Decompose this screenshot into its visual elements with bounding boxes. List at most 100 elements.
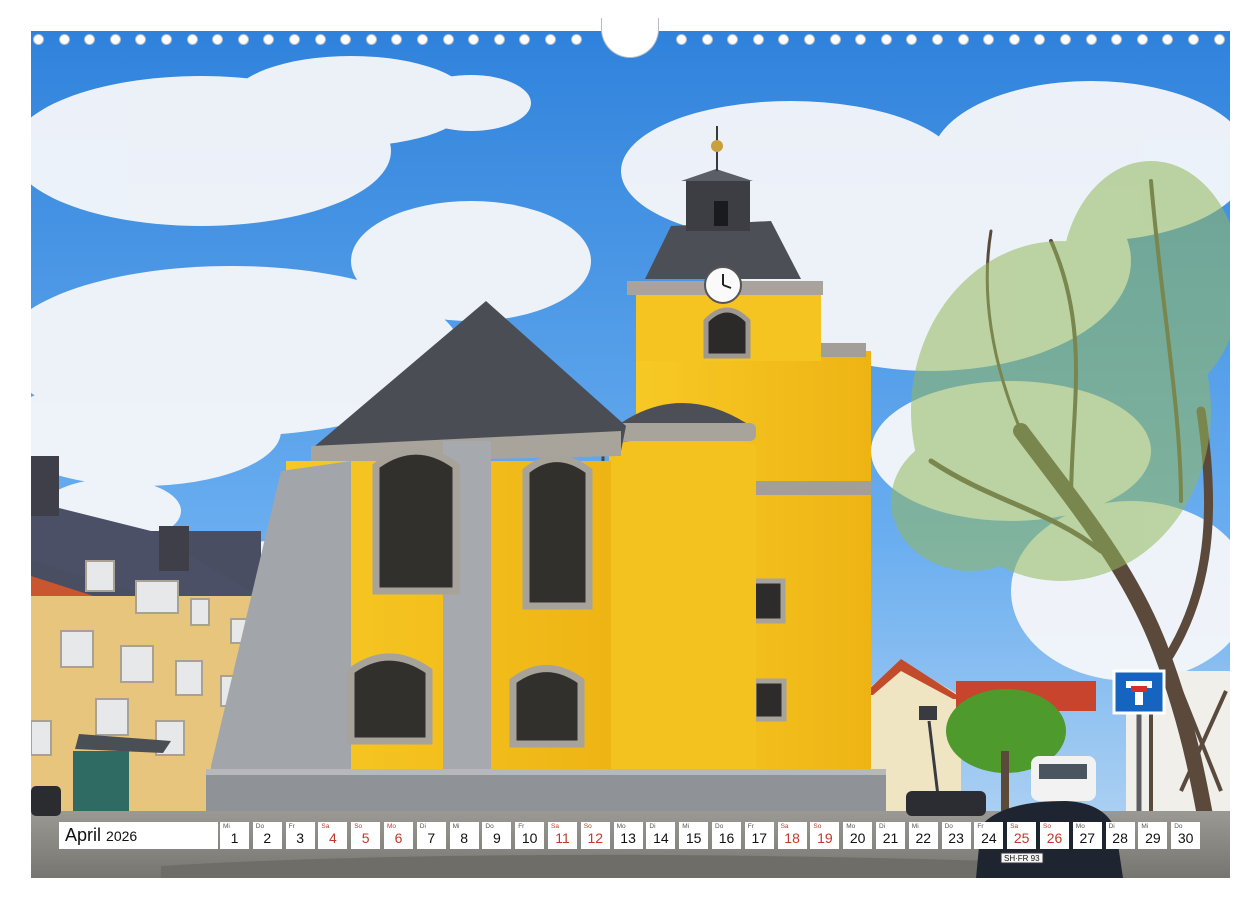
binding-hole — [804, 34, 815, 45]
day-cell: So 12 — [580, 822, 610, 849]
day-cell: Mo 13 — [613, 822, 643, 849]
binding-hole — [1034, 34, 1046, 45]
day-number: 10 — [521, 830, 538, 846]
binding-hole — [906, 34, 918, 45]
binding-hole — [855, 34, 867, 45]
binding-hole — [1188, 34, 1199, 45]
weekday-label: Fr — [977, 823, 984, 830]
binding-hole — [109, 34, 121, 45]
day-number: 6 — [394, 830, 403, 846]
weekday-label: Mo — [616, 823, 626, 830]
binding-hole — [417, 34, 428, 45]
weekday-label: Mo — [387, 823, 397, 830]
day-number: 11 — [555, 830, 570, 846]
weekday-label: Di — [649, 823, 656, 830]
day-cell: Do 23 — [941, 822, 971, 849]
day-cell: Mi 22 — [908, 822, 938, 849]
day-cell: Di 7 — [416, 822, 446, 849]
day-number: 4 — [328, 830, 337, 846]
binding-hole — [701, 34, 713, 45]
day-cell: Mi 1 — [220, 822, 249, 849]
day-number: 21 — [882, 830, 899, 846]
binding-hole — [468, 34, 480, 45]
binding-hole — [983, 34, 995, 45]
day-cell: Mi 15 — [679, 822, 709, 849]
weekday-label: Sa — [321, 823, 330, 830]
day-number: 14 — [653, 830, 669, 846]
day-number: 1 — [230, 830, 239, 846]
day-cell: So 19 — [810, 822, 840, 849]
weekday-label: Fr — [518, 823, 525, 830]
binding-hole — [135, 34, 147, 45]
calendar-photo: SH·FR 93 — [31, 31, 1230, 878]
weekday-label: Fr — [288, 823, 295, 830]
day-number: 13 — [620, 830, 636, 846]
day-number: 15 — [685, 830, 702, 846]
binding-hole — [1111, 34, 1123, 45]
day-number: 23 — [948, 830, 964, 846]
weekday-label: Sa — [780, 823, 789, 830]
day-number: 25 — [1013, 830, 1030, 846]
weekday-label: Mi — [682, 823, 690, 830]
binding-hole — [752, 34, 764, 45]
license-plate-text: SH·FR 93 — [1004, 854, 1040, 863]
day-cell: Mo 6 — [384, 822, 413, 849]
day-cell: Sa 18 — [777, 822, 807, 849]
weekday-label: Do — [715, 823, 724, 830]
binding-hole — [237, 34, 249, 45]
day-number: 16 — [718, 830, 735, 846]
weekday-label: So — [813, 823, 822, 830]
day-cell: Fr 17 — [744, 822, 774, 849]
day-number: 30 — [1177, 830, 1194, 846]
weekday-label: Fr — [747, 823, 754, 830]
weekday-label: So — [1043, 823, 1051, 830]
binding-hole — [727, 34, 739, 45]
binding-hole — [1162, 34, 1174, 45]
day-cell: Do 16 — [712, 822, 741, 849]
binding-hole — [676, 34, 687, 45]
day-number: 22 — [915, 830, 932, 846]
day-number: 27 — [1079, 830, 1096, 846]
day-number: 20 — [849, 830, 866, 846]
day-cell: Sa 25 — [1007, 822, 1037, 849]
binding-hole — [1136, 34, 1148, 45]
day-number: 9 — [492, 830, 501, 846]
day-number: 5 — [361, 830, 370, 846]
binding-hole — [33, 34, 44, 45]
binding-hole — [84, 34, 96, 45]
binding-hole — [263, 34, 275, 45]
weekday-label: Do — [944, 823, 953, 830]
day-cell: Mo 27 — [1072, 822, 1102, 849]
day-cell: Sa 11 — [548, 822, 577, 849]
day-number: 7 — [427, 830, 436, 846]
binding-hole — [932, 34, 943, 45]
weekday-label: Do — [485, 823, 494, 830]
weekday-label: Di — [879, 823, 886, 830]
day-cell: Sa 4 — [318, 822, 348, 849]
church-scene-image: SH·FR 93 — [31, 31, 1230, 878]
day-number: 12 — [587, 830, 604, 846]
binding-hole — [391, 34, 403, 45]
weekday-label: Mi — [223, 823, 230, 830]
weekday-label: So — [354, 823, 363, 830]
day-number: 29 — [1145, 830, 1161, 846]
day-number: 18 — [784, 830, 800, 846]
binding-hole — [957, 34, 969, 45]
binding-hole — [570, 34, 582, 45]
weekday-label: Do — [255, 823, 265, 830]
day-number: 19 — [817, 830, 833, 846]
day-number: 17 — [751, 830, 768, 846]
weekday-label: Sa — [551, 823, 559, 830]
month-name: April — [65, 825, 102, 845]
year-label: 2026 — [106, 828, 138, 844]
day-cell: Di 28 — [1105, 822, 1135, 849]
day-cell: Mo 20 — [843, 822, 873, 849]
day-cell: Di 14 — [646, 822, 676, 849]
binding-hole — [880, 34, 892, 45]
day-cell: Fr 24 — [974, 822, 1004, 849]
weekday-label: Mi — [911, 823, 919, 830]
binding-hole — [1213, 34, 1225, 45]
binding-hole — [340, 34, 352, 45]
day-cell: Mi 29 — [1138, 822, 1168, 849]
day-number: 2 — [263, 830, 272, 846]
